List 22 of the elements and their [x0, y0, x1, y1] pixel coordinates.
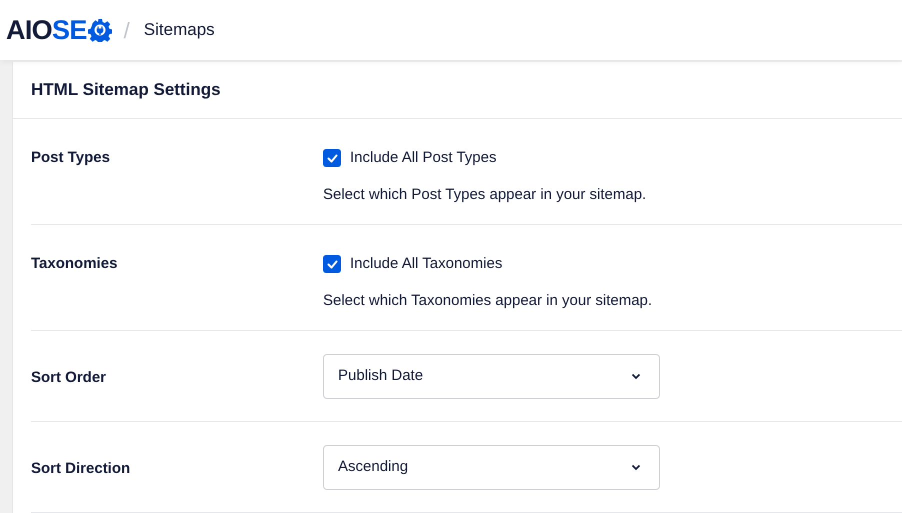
checkbox[interactable] — [323, 255, 341, 274]
help-text: Select which Taxonomies appear in your sitemap. — [323, 290, 652, 310]
checkbox-label[interactable]: Include All Taxonomies — [350, 253, 502, 276]
setting-label: Post Types — [31, 149, 110, 166]
setting-label: Taxonomies — [31, 255, 118, 272]
logo-text: SE — [52, 16, 87, 44]
chevron-down-icon — [631, 373, 641, 380]
help-text: Select which Post Types appear in your sitemap. — [323, 184, 646, 204]
check-icon — [326, 154, 338, 163]
checkbox[interactable] — [323, 149, 341, 168]
setting-label: Sort Direction — [31, 460, 130, 477]
page-title: Sitemaps — [144, 19, 215, 42]
chevron-down-icon — [631, 464, 641, 471]
checkbox-label[interactable]: Include All Post Types — [350, 147, 496, 170]
dropdown[interactable]: Publish Date — [323, 354, 660, 399]
card-title: HTML Sitemap Settings — [31, 79, 221, 102]
setting-label: Sort Order — [31, 369, 106, 386]
gear-icon — [88, 18, 112, 42]
dropdown[interactable]: Ascending — [323, 445, 660, 490]
logo-text: AIO — [6, 16, 52, 44]
check-icon — [326, 260, 338, 269]
breadcrumb-separator: / — [124, 16, 130, 44]
